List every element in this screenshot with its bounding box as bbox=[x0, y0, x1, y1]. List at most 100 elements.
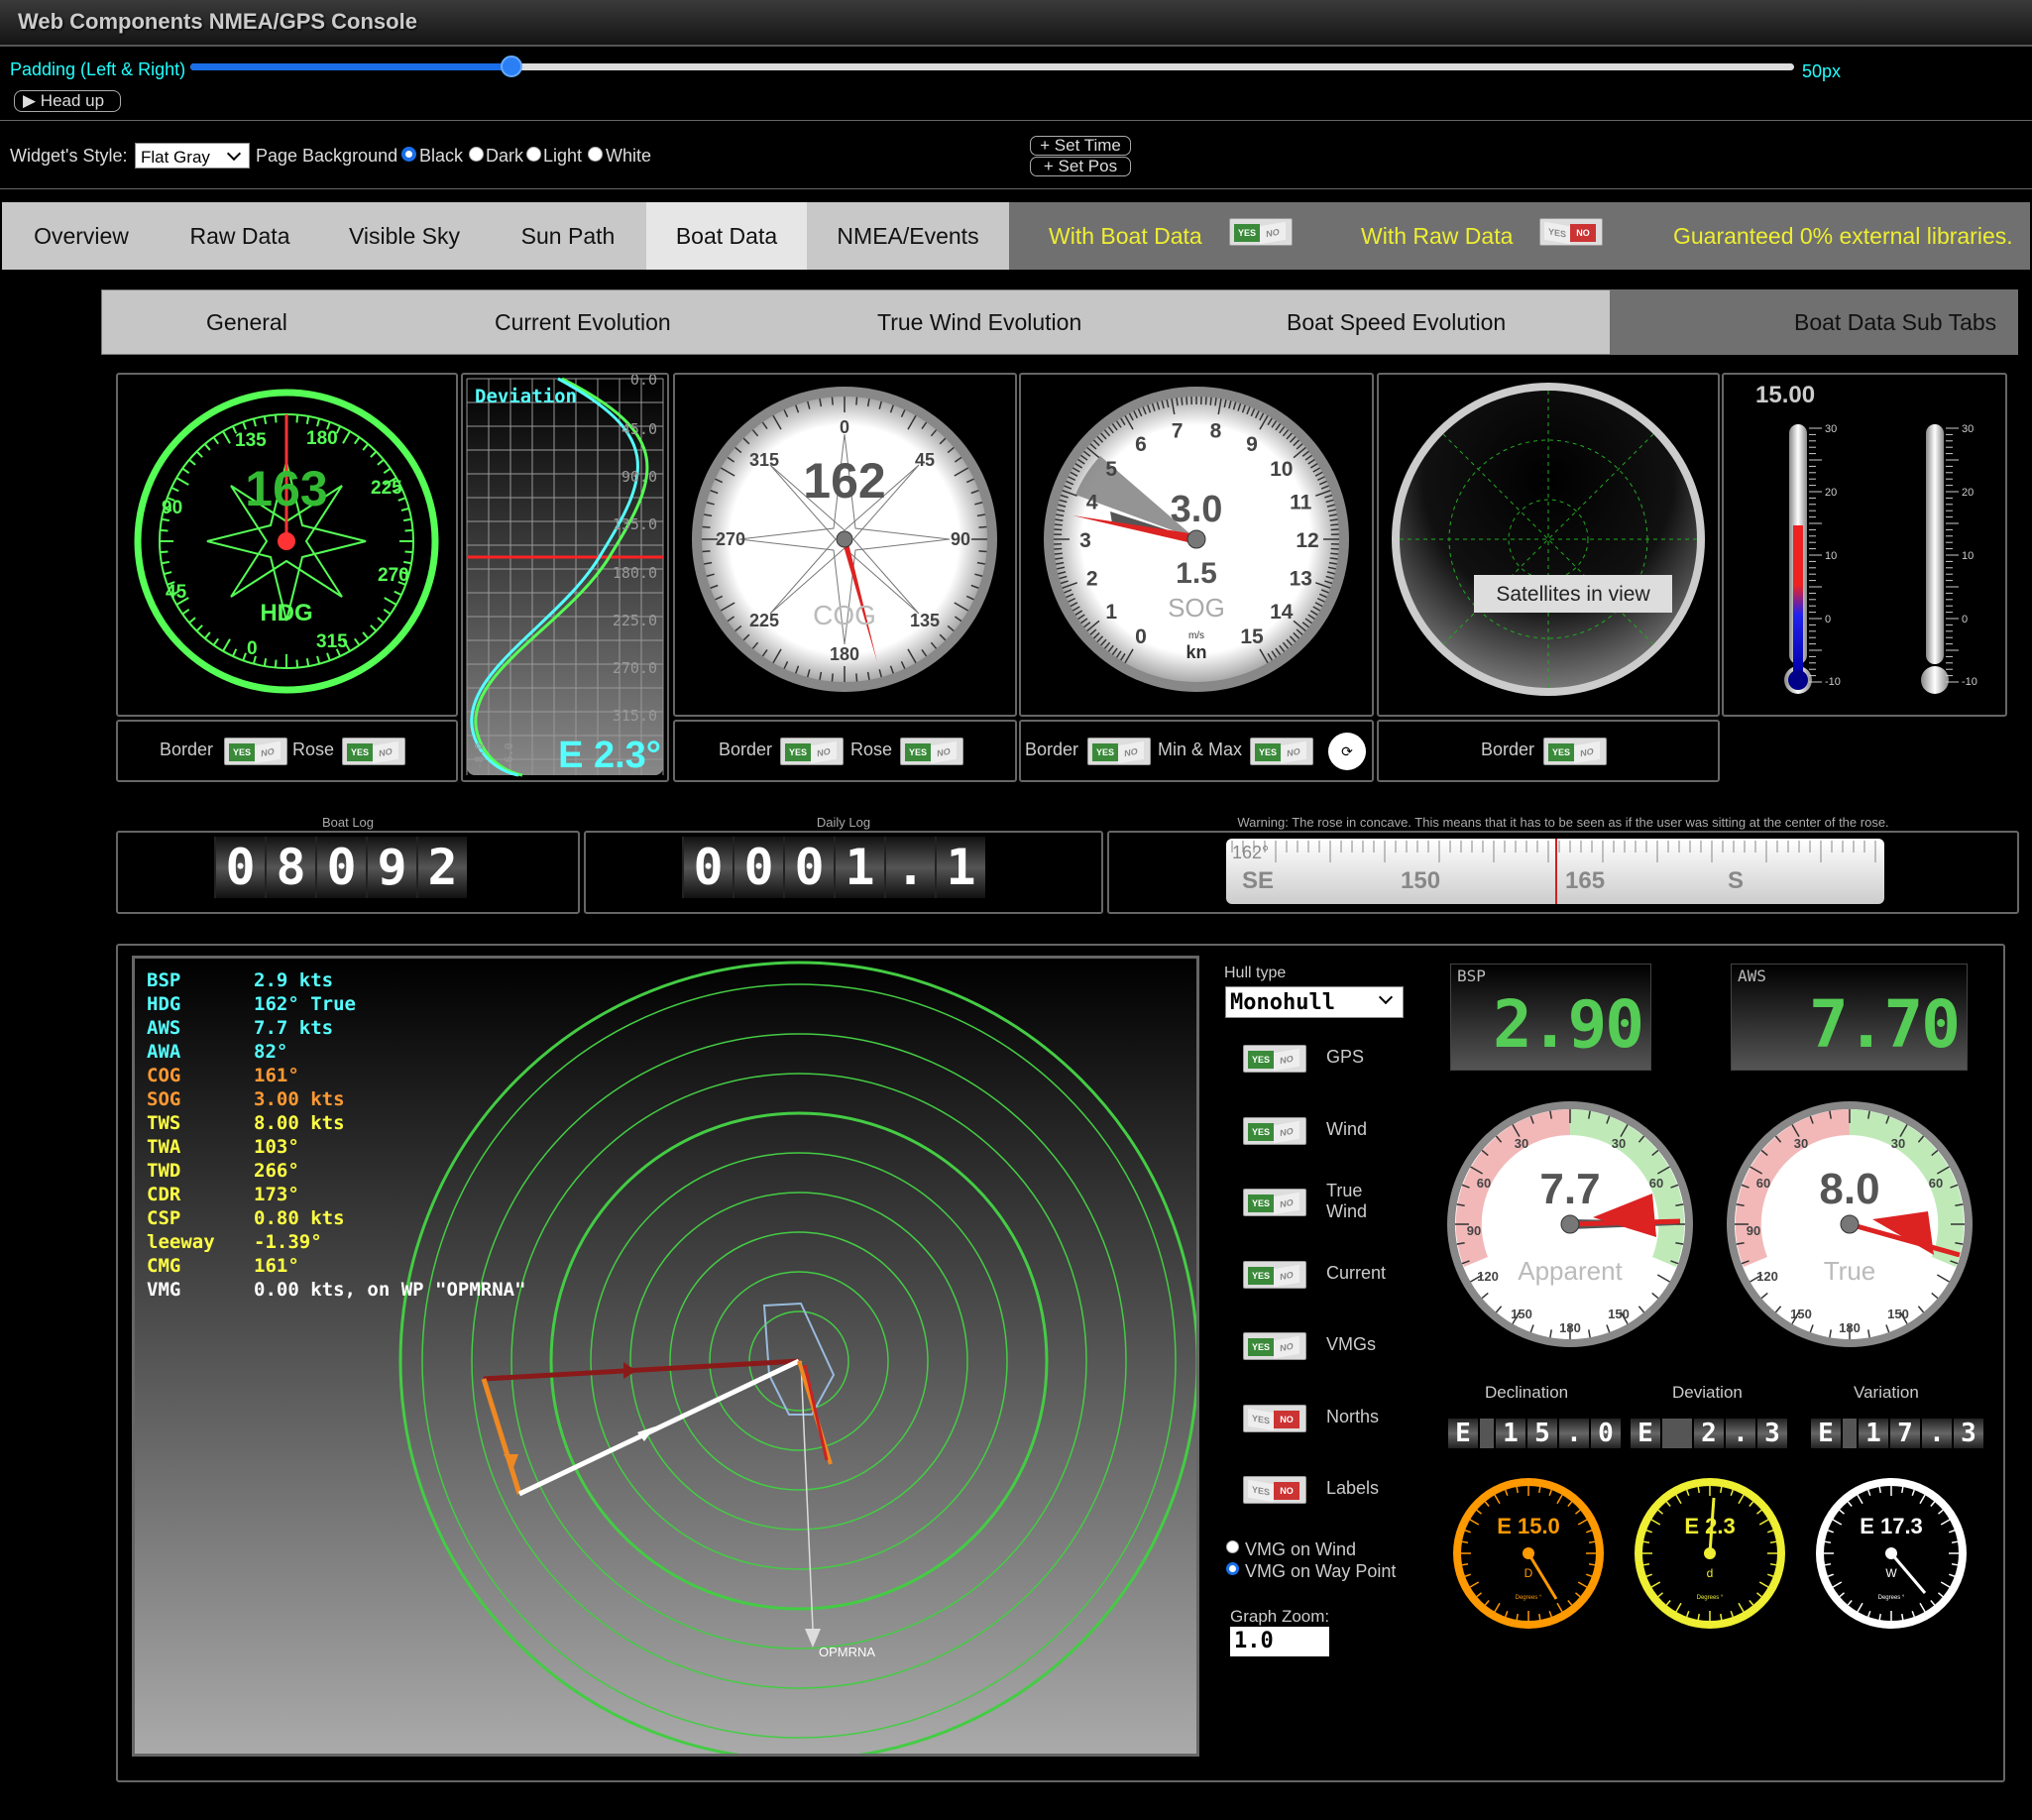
c2-border-toggle[interactable]: YES NO bbox=[780, 738, 844, 765]
layer-toggle-gps[interactable]: YES NO bbox=[1243, 1045, 1306, 1073]
c2-rose-toggle[interactable]: YES NO bbox=[900, 738, 963, 765]
bsp-display-value: 2.90 bbox=[1493, 986, 1644, 1063]
dial-tick bbox=[403, 517, 412, 522]
chevron-down-icon bbox=[1378, 989, 1394, 1005]
boat-log-digit: 9 bbox=[366, 837, 416, 898]
dial-tick bbox=[1642, 1563, 1650, 1566]
dev-tick-225: 225.0 bbox=[613, 612, 657, 629]
variation-dial-value: E 17.3 bbox=[1860, 1514, 1923, 1538]
head-up-toggle[interactable]: ▶ Head up bbox=[14, 90, 121, 112]
tab-overview[interactable]: Overview bbox=[2, 202, 161, 270]
title-bar: Web Components NMEA/GPS Console bbox=[0, 0, 2032, 47]
daily-log-digit: 0 bbox=[682, 837, 733, 898]
boat-log-digit: 8 bbox=[265, 837, 315, 898]
layer-toggle-current[interactable]: YES NO bbox=[1243, 1260, 1306, 1289]
app-tick-30r: 30 bbox=[1612, 1136, 1626, 1151]
deviation-readout: E 2.3° bbox=[558, 735, 661, 776]
tab-nmea-events[interactable]: NMEA/Events bbox=[807, 202, 1009, 270]
padding-slider-thumb[interactable] bbox=[500, 56, 522, 77]
data-key: HDG bbox=[147, 993, 181, 1015]
layer-toggle-labels[interactable]: YES NO bbox=[1243, 1476, 1306, 1504]
subtab-general[interactable]: General bbox=[206, 289, 287, 355]
subtab-current-evolution[interactable]: Current Evolution bbox=[495, 289, 671, 355]
declination-dial-unit: Degrees ° bbox=[1516, 1595, 1542, 1601]
widget-style-select[interactable]: Flat Gray bbox=[135, 143, 250, 169]
c2-rose-label: Rose bbox=[850, 739, 893, 759]
graph-zoom-input[interactable]: 1.0 bbox=[1230, 1627, 1329, 1656]
vmg-wind-radio[interactable] bbox=[1226, 1540, 1239, 1553]
bg-radio-black[interactable] bbox=[401, 147, 416, 162]
variation-dial: E 17.3 W Degrees ° bbox=[1816, 1478, 1967, 1629]
dial-tick bbox=[231, 648, 238, 657]
reset-icon[interactable]: ⟳ bbox=[1328, 733, 1366, 770]
dial-tick bbox=[1697, 1486, 1700, 1494]
vmg-waypoint-radio[interactable] bbox=[1226, 1562, 1239, 1575]
t2-tick-30: 30 bbox=[1962, 423, 1974, 435]
sog-border-toggle[interactable]: YES NO bbox=[1087, 738, 1151, 765]
tab-boat-data[interactable]: Boat Data bbox=[646, 202, 807, 270]
set-pos-button[interactable]: + Set Pos bbox=[1030, 157, 1131, 176]
subtab-true-wind-evolution[interactable]: True Wind Evolution bbox=[877, 289, 1081, 355]
dial-tick bbox=[263, 658, 268, 667]
with-raw-data-toggle[interactable]: YES NO bbox=[1539, 218, 1603, 246]
deviation2-digit: 2 bbox=[1694, 1419, 1724, 1448]
dial-tick bbox=[1720, 1613, 1723, 1621]
set-time-button[interactable]: + Set Time bbox=[1030, 136, 1131, 156]
sog-tick-label: 12 bbox=[1296, 529, 1318, 552]
layer-label: Norths bbox=[1326, 1406, 1380, 1426]
dial-tick bbox=[170, 486, 179, 493]
true-tick-180: 180 bbox=[1839, 1320, 1861, 1335]
bg-radio-dark[interactable] bbox=[469, 147, 484, 162]
aws-display: AWS 7.70 bbox=[1731, 964, 1968, 1071]
sog-tick bbox=[1054, 547, 1063, 550]
sog-tick-label: 13 bbox=[1290, 567, 1312, 590]
sog-tick-label: 9 bbox=[1246, 433, 1258, 456]
tab-raw-data[interactable]: Raw Data bbox=[161, 202, 319, 270]
sog-minmax-toggle[interactable]: YES NO bbox=[1250, 738, 1313, 765]
layer-toggle-wind[interactable]: YES NO bbox=[1243, 1116, 1306, 1145]
apparent-wind-gauge: 7.7 Apparent 30 30 60 60 90 120 150 180 … bbox=[1444, 1098, 1696, 1350]
sog-tick bbox=[1330, 547, 1339, 550]
c1-border-toggle[interactable]: YES NO bbox=[224, 738, 287, 765]
dial-tick bbox=[175, 477, 189, 486]
layer-toggle-norths[interactable]: YES NO bbox=[1243, 1404, 1306, 1432]
data-key: SOG bbox=[147, 1088, 181, 1110]
with-boat-data-toggle[interactable]: YES NO bbox=[1229, 218, 1293, 246]
app-tick-150r: 150 bbox=[1608, 1307, 1630, 1321]
dial-tick bbox=[404, 550, 413, 554]
bg-radio-light[interactable] bbox=[526, 147, 541, 162]
sog-tick-label: 14 bbox=[1270, 601, 1294, 624]
tab-visible-sky[interactable]: Visible Sky bbox=[319, 202, 490, 270]
heading-rose-strip: 162° SE 150 165 S bbox=[1226, 839, 1884, 904]
c2-tick-225: 225 bbox=[749, 611, 779, 630]
dial-tick bbox=[295, 659, 299, 668]
vmg-wind-label: VMG on Wind bbox=[1245, 1539, 1357, 1559]
rose-heading: 162° bbox=[1232, 843, 1269, 862]
dev-tick-0: 0.0 bbox=[630, 375, 657, 389]
aws-display-label: AWS bbox=[1738, 967, 1766, 985]
c1-rose-toggle[interactable]: YES NO bbox=[342, 738, 405, 765]
data-key: TWD bbox=[147, 1160, 181, 1182]
subtab-boat-speed-evolution[interactable]: Boat Speed Evolution bbox=[1287, 289, 1506, 355]
daily-log-title: Daily Log bbox=[816, 815, 871, 830]
bg-radio-white[interactable] bbox=[588, 147, 603, 162]
dev-tick-315: 315.0 bbox=[613, 707, 657, 725]
daily-log-digit: 0 bbox=[783, 837, 834, 898]
data-key: CDR bbox=[147, 1184, 181, 1205]
true-value: 8.0 bbox=[1819, 1165, 1879, 1213]
sog-tick-label: 4 bbox=[1086, 492, 1098, 514]
dial-tick bbox=[1901, 1613, 1904, 1621]
layer-toggle-true-wind[interactable]: YES NO bbox=[1243, 1189, 1306, 1216]
t1-tick-m10: -10 bbox=[1825, 676, 1841, 688]
c2-tick-270: 270 bbox=[716, 529, 745, 549]
tab-sun-path[interactable]: Sun Path bbox=[490, 202, 646, 270]
t2-tick-20: 20 bbox=[1962, 487, 1974, 499]
layer-toggle-vmgs[interactable]: YES NO bbox=[1243, 1332, 1306, 1360]
data-value: 82° bbox=[254, 1041, 288, 1063]
sat-border-toggle[interactable]: YES NO bbox=[1543, 738, 1607, 765]
dial-tick bbox=[181, 467, 190, 474]
dial-tick bbox=[1878, 1486, 1881, 1494]
with-boat-data-label: With Boat Data bbox=[1049, 223, 1202, 249]
c2-border-label: Border bbox=[719, 739, 773, 759]
hull-type-select[interactable]: Monohull bbox=[1225, 986, 1404, 1018]
